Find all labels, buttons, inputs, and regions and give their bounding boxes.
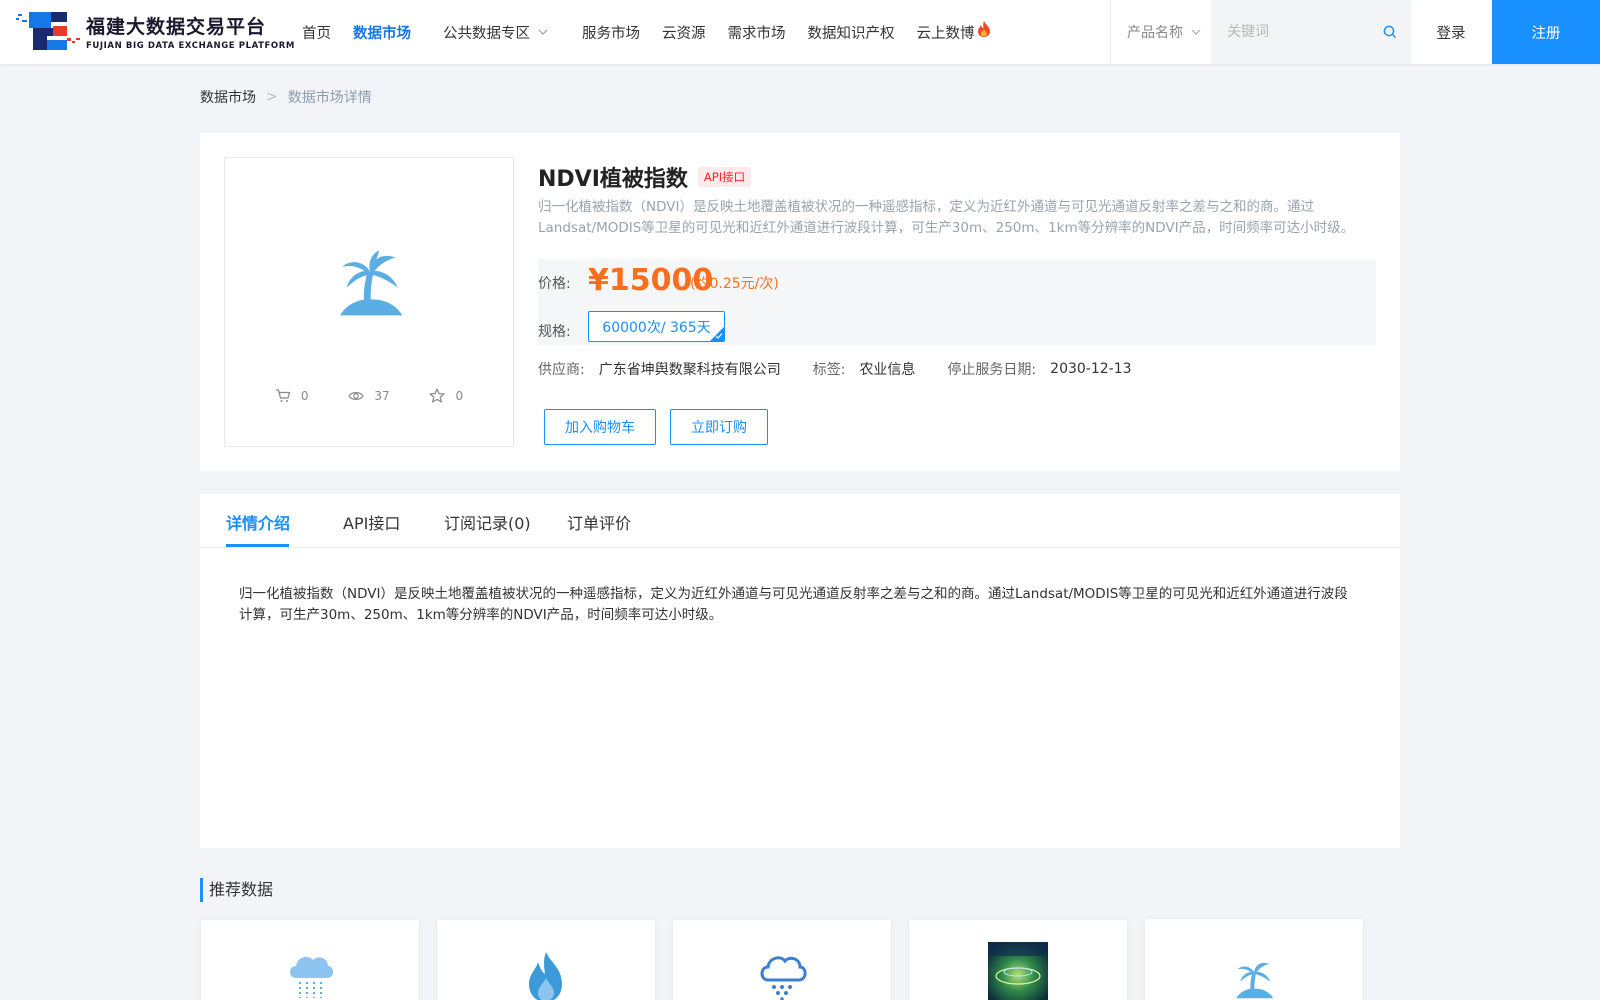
- price-per-call: (约0.25元/次): [690, 276, 779, 292]
- spec-option-label: 60000次/ 365天: [602, 319, 711, 336]
- login-button[interactable]: 登录: [1410, 0, 1492, 64]
- active-tab-indicator: [226, 544, 289, 547]
- stop-date-value: 2030-12-13: [1050, 361, 1132, 377]
- nav-cloud-expo-label: 云上数博: [916, 25, 975, 42]
- spec-option-selected[interactable]: 60000次/ 365天: [588, 311, 725, 342]
- cart-icon: [275, 388, 291, 402]
- breadcrumb-data-market[interactable]: 数据市场: [200, 87, 256, 107]
- nav-data-market[interactable]: 数据市场: [353, 22, 411, 43]
- supplier-value: 广东省坤舆数聚科技有限公司: [598, 362, 781, 378]
- search-icon[interactable]: [1383, 25, 1397, 39]
- product-stats: 0 37 0: [225, 388, 513, 403]
- stop-date-label: 停止服务日期:: [947, 362, 1037, 378]
- detail-description: 归一化植被指数（NDVI）是反映土地覆盖植被状况的一种遥感指标，定义为近红外通道…: [239, 586, 1348, 623]
- chevron-down-icon: [538, 29, 548, 35]
- palm-tree-icon: [339, 250, 403, 316]
- stat-cart: 0: [275, 388, 309, 403]
- nav-public-data[interactable]: 公共数据专区: [443, 22, 548, 43]
- nav-service-market[interactable]: 服务市场: [582, 22, 640, 43]
- buy-now-button[interactable]: 立即订购: [670, 409, 768, 445]
- recommend-card[interactable]: [1145, 919, 1363, 1000]
- recommend-card[interactable]: [673, 920, 891, 1000]
- top-header: 福建大数据交易平台 FUJIAN BIG DATA EXCHANGE PLATF…: [0, 0, 1600, 64]
- product-meta: 供应商: 广东省坤舆数聚科技有限公司 标签: 农业信息 停止服务日期: 2030…: [538, 359, 1164, 379]
- logo-subtitle: FUJIAN BIG DATA EXCHANGE PLATFORM: [86, 40, 295, 51]
- eye-icon: [348, 391, 365, 400]
- tab-api[interactable]: API接口: [343, 510, 400, 534]
- recommend-card[interactable]: [437, 920, 655, 1000]
- tab-reviews[interactable]: 订单评价: [567, 510, 631, 534]
- site-logo[interactable]: 福建大数据交易平台 FUJIAN BIG DATA EXCHANGE PLATF…: [16, 8, 295, 54]
- rain-cloud-icon: [290, 956, 334, 998]
- recommend-card[interactable]: [909, 920, 1127, 1000]
- recommend-card[interactable]: [201, 920, 419, 1000]
- tag-value: 农业信息: [859, 362, 916, 378]
- stat-views: 37: [348, 388, 390, 403]
- fire-icon: [529, 952, 562, 1000]
- product-description: 归一化植被指数（NDVI）是反映土地覆盖植被状况的一种遥感指标，定义为近红外通道…: [538, 199, 1355, 236]
- nav-data-ip[interactable]: 数据知识产权: [808, 22, 895, 43]
- nav-cloud-expo[interactable]: 云上数博: [916, 21, 991, 43]
- stat-cart-count: 0: [300, 388, 309, 403]
- logo-title: 福建大数据交易平台: [86, 15, 267, 38]
- chevron-down-icon: [1191, 29, 1201, 35]
- snow-cloud-icon: [760, 956, 807, 1000]
- detail-tabs: 详情介绍 API接口 订阅记录(0) 订单评价: [200, 494, 1400, 548]
- breadcrumb-separator: >: [266, 89, 278, 105]
- register-button[interactable]: 注册: [1492, 0, 1600, 64]
- supplier-label: 供应商:: [538, 362, 585, 378]
- tag-label: 标签:: [812, 362, 846, 378]
- nav-demand-market[interactable]: 需求市场: [728, 22, 786, 43]
- tab-details[interactable]: 详情介绍: [226, 510, 290, 534]
- price-label: 价格:: [538, 276, 571, 292]
- breadcrumb-current: 数据市场详情: [287, 90, 372, 106]
- check-icon: [715, 333, 723, 339]
- search-box: [1211, 0, 1411, 64]
- star-icon[interactable]: [429, 388, 446, 403]
- logo-mark-icon: [16, 12, 80, 50]
- price-panel: 价格: ¥15000 (约0.25元/次) 规格: 60000次/ 365天: [538, 259, 1376, 345]
- nav-public-data-label: 公共数据专区: [443, 25, 530, 42]
- search-area: 产品名称: [1110, 0, 1411, 64]
- search-category-select[interactable]: 产品名称: [1111, 0, 1211, 64]
- detail-panel: 详情介绍 API接口 订阅记录(0) 订单评价 归一化植被指数（NDVI）是反映…: [200, 494, 1400, 848]
- main-nav: 首页 数据市场 公共数据专区 服务市场 云资源 需求市场 数据知识产权 云上数博: [302, 0, 991, 64]
- palm-tree-icon: [1236, 962, 1274, 999]
- nav-home[interactable]: 首页: [302, 22, 331, 43]
- breadcrumb: 数据市场 > 数据市场详情: [200, 87, 372, 107]
- product-card: 0 37 0 NDVI植被指数 API接口 归一化植被指数（NDVI）是反映土地…: [200, 133, 1400, 471]
- satellite-image: [988, 942, 1048, 1000]
- stat-views-count: 37: [374, 388, 390, 403]
- search-input[interactable]: [1227, 24, 1377, 40]
- product-thumbnail: 0 37 0: [224, 157, 514, 447]
- product-type-badge: API接口: [697, 167, 752, 187]
- add-to-cart-button[interactable]: 加入购物车: [544, 409, 656, 445]
- hot-fire-icon: [977, 21, 990, 37]
- stat-favorites-count: 0: [455, 388, 464, 403]
- product-title-row: NDVI植被指数 API接口: [538, 161, 752, 193]
- spec-label: 规格:: [538, 324, 571, 340]
- search-category-label: 产品名称: [1127, 25, 1183, 41]
- stat-favorites: 0: [429, 388, 463, 403]
- nav-cloud-resources[interactable]: 云资源: [662, 22, 706, 43]
- recommend-title: 推荐数据: [200, 878, 273, 902]
- tab-subscriptions[interactable]: 订阅记录(0): [444, 510, 531, 534]
- product-title: NDVI植被指数: [538, 167, 688, 192]
